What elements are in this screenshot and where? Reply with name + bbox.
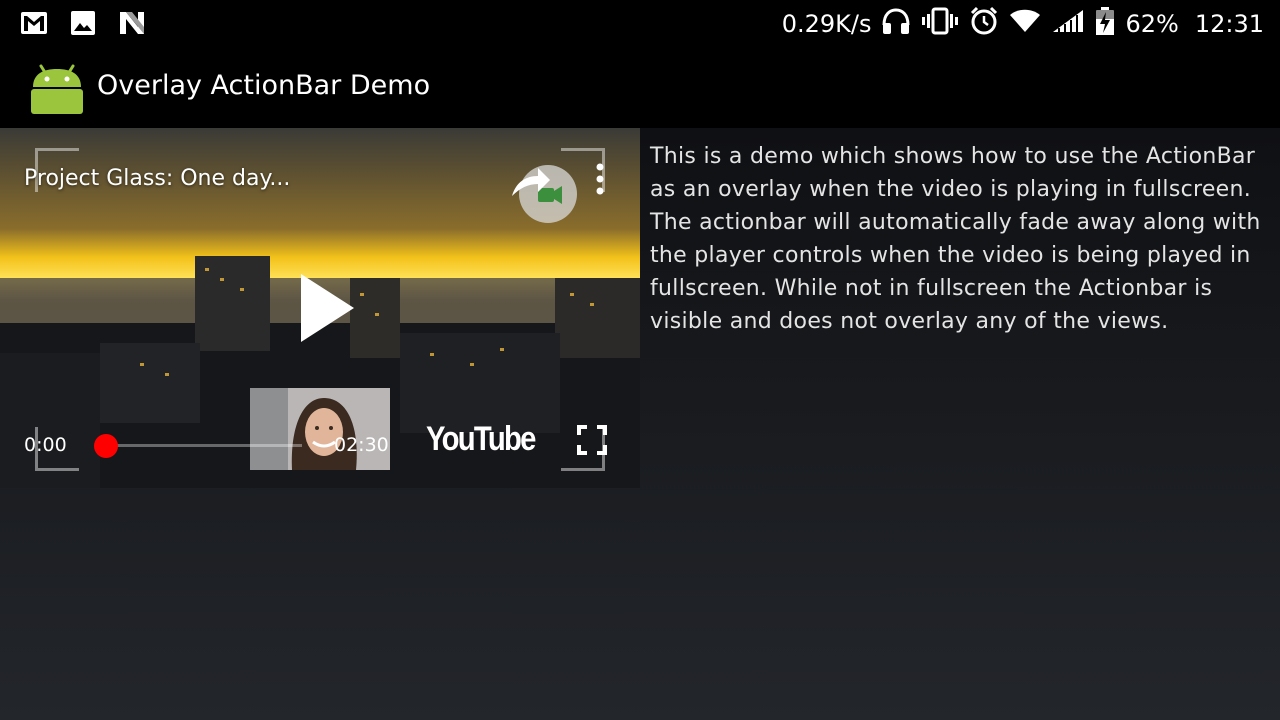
video-player[interactable]: Project Glass: One day... 0:00 02:30 You… xyxy=(0,128,640,488)
vibrate-icon xyxy=(921,7,959,41)
wifi-icon xyxy=(1009,8,1041,40)
gallery-icon xyxy=(70,10,96,40)
share-button[interactable] xyxy=(508,160,578,224)
play-button[interactable] xyxy=(290,268,362,348)
notification-icons xyxy=(20,10,146,40)
clock: 12:31 xyxy=(1194,10,1264,38)
current-time: 0:00 xyxy=(24,434,67,456)
preview-thumbnail xyxy=(250,388,390,470)
network-speed: 0.29K/s xyxy=(781,10,872,38)
android-robot-icon[interactable] xyxy=(30,60,84,120)
nfc-icon xyxy=(118,10,146,40)
content-area: Project Glass: One day... 0:00 02:30 You… xyxy=(0,128,1280,720)
seek-bar[interactable] xyxy=(106,444,302,447)
description-text: This is a demo which shows how to use th… xyxy=(650,144,1261,334)
video-title[interactable]: Project Glass: One day... xyxy=(24,166,290,191)
signal-icon xyxy=(1051,8,1085,40)
battery-percent: 62% xyxy=(1125,10,1179,38)
gmail-icon xyxy=(20,10,48,40)
headphones-icon xyxy=(881,7,911,41)
system-status: 0.29K/s 62% 12:31 xyxy=(781,6,1264,42)
fullscreen-button[interactable] xyxy=(576,424,608,456)
play-icon xyxy=(301,274,354,342)
alarm-icon xyxy=(969,6,999,42)
duration: 02:30 xyxy=(334,434,389,456)
youtube-logo[interactable]: YouTube xyxy=(426,420,536,459)
app-title: Overlay ActionBar Demo xyxy=(97,70,431,101)
battery-charging-icon xyxy=(1095,6,1115,42)
share-icon xyxy=(512,165,577,223)
more-options-button[interactable] xyxy=(588,162,612,198)
action-bar: Overlay ActionBar Demo xyxy=(0,48,1280,128)
seek-thumb[interactable] xyxy=(94,434,118,458)
more-vert-icon xyxy=(596,163,604,195)
status-bar: 0.29K/s 62% 12:31 xyxy=(0,0,1280,48)
fullscreen-icon xyxy=(577,425,607,455)
